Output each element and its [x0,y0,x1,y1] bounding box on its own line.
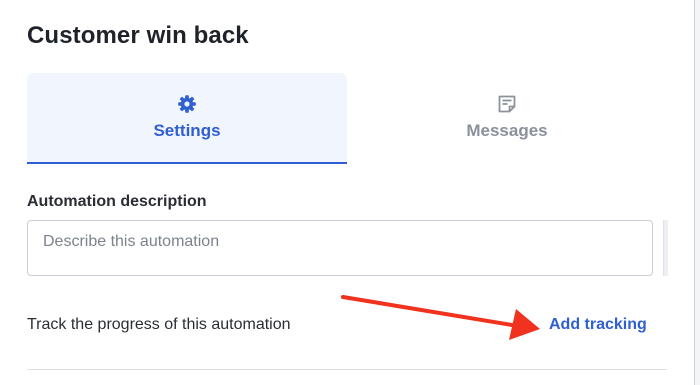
automation-description-input[interactable] [28,221,652,275]
gear-icon [178,95,196,113]
tab-bar: Settings Messages [27,73,667,164]
panel-title: Customer win back [27,22,249,49]
automation-description-field-wrapper [27,220,653,276]
automation-description-label: Automation description [27,193,207,210]
section-divider [27,369,667,370]
add-tracking-link[interactable]: Add tracking [549,316,647,334]
tab-messages[interactable]: Messages [347,73,667,164]
tab-messages-label: Messages [466,121,548,140]
tracking-description: Track the progress of this automation [27,316,291,333]
tab-settings-label: Settings [153,121,221,140]
window-edge-strip [695,0,700,385]
tab-settings[interactable]: Settings [27,73,347,164]
scrollbar-track[interactable] [663,220,668,276]
message-note-icon [498,95,516,113]
automation-panel: Customer win back Settings Messages Auto… [0,0,700,385]
